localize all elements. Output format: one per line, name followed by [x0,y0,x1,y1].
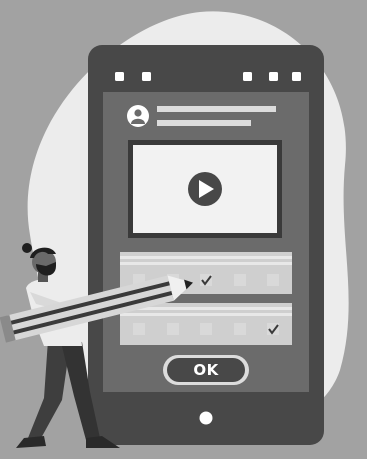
home-button[interactable] [199,411,213,425]
profile-line-1 [157,106,276,112]
ok-button-label: OK [193,361,219,379]
status-dots-right [243,72,301,81]
phone-quiz-illustration: OK [0,11,349,448]
checkbox-2-4[interactable] [234,323,246,335]
person-leg-back [28,340,70,440]
checkbox-2-1[interactable] [133,323,145,335]
checkbox-1-5[interactable] [267,274,279,286]
profile-line-2 [157,120,251,126]
checkbox-1-4[interactable] [234,274,246,286]
video-card[interactable] [128,140,282,238]
ok-button[interactable]: OK [163,355,249,385]
checkbox-2-2[interactable] [167,323,179,335]
avatar-head-icon [134,109,142,117]
person-hair-bun [22,243,32,253]
person-shoe-back [16,436,46,448]
phone: OK [88,45,324,445]
phone-screen [103,92,309,392]
checkbox-2-3[interactable] [200,323,212,335]
